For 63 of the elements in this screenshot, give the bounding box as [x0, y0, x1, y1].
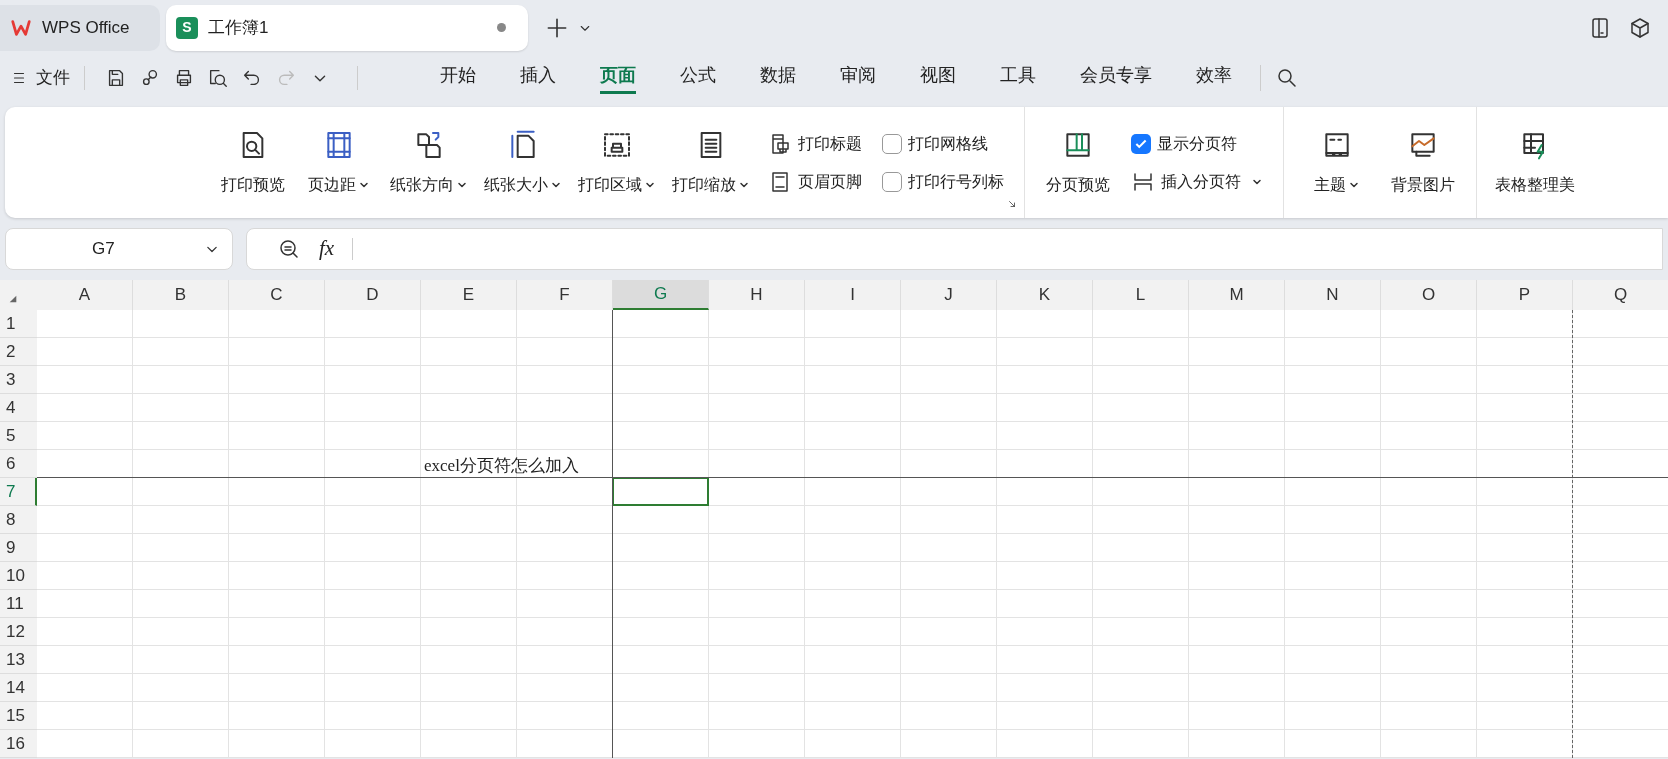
row-header[interactable]: 12: [0, 618, 37, 646]
row-header[interactable]: 10: [0, 562, 37, 590]
name-box[interactable]: G7: [5, 228, 233, 270]
checkbox-label[interactable]: 打印网格线: [908, 131, 988, 156]
row-header[interactable]: 4: [0, 394, 37, 422]
row-header[interactable]: 6: [0, 450, 37, 478]
ribbon-button[interactable]: 纸张大小: [476, 107, 570, 218]
row-header[interactable]: 13: [0, 646, 37, 674]
row-header[interactable]: 9: [0, 534, 37, 562]
menu-tab[interactable]: 效率: [1196, 62, 1232, 94]
app-tab[interactable]: S 工作簿1: [166, 4, 528, 51]
row-header[interactable]: 11: [0, 590, 37, 618]
app-tab[interactable]: WPS Office: [0, 4, 160, 51]
menu-tab[interactable]: 页面: [600, 62, 636, 94]
row-header[interactable]: 7: [0, 478, 37, 506]
ribbon-button[interactable]: 插入分页符: [1131, 169, 1263, 194]
ribbon-button[interactable]: 页眉页脚: [768, 169, 862, 194]
ribbon-button[interactable]: 打印缩放: [664, 107, 758, 218]
row-header[interactable]: 5: [0, 422, 37, 450]
checkbox-label[interactable]: 打印行号列标: [908, 169, 1004, 194]
row-header[interactable]: 14: [0, 674, 37, 702]
ribbon-button[interactable]: 主题: [1294, 107, 1380, 218]
print-preview-icon[interactable]: [207, 67, 229, 89]
column-header[interactable]: G: [613, 280, 709, 310]
menu-tab[interactable]: 工具: [1000, 62, 1036, 94]
select-all-icon[interactable]: [8, 294, 18, 304]
menu-tab[interactable]: 会员专享: [1080, 62, 1152, 94]
menu-tab[interactable]: 数据: [760, 62, 796, 94]
ribbon-button[interactable]: 分页预览: [1035, 107, 1121, 218]
row-header[interactable]: 1: [0, 310, 37, 338]
row-header[interactable]: 2: [0, 338, 37, 366]
formula-bar[interactable]: fx: [246, 228, 1663, 270]
checkbox[interactable]: [882, 171, 902, 192]
tab-label: WPS Office: [42, 16, 130, 39]
row-header[interactable]: 3: [0, 366, 37, 394]
ribbon-button[interactable]: 页边距: [296, 107, 382, 218]
launcher-icon[interactable]: [1006, 198, 1018, 210]
menu-tab[interactable]: 插入: [520, 62, 556, 94]
row-header[interactable]: 8: [0, 506, 37, 534]
tab-label: 工作簿1: [208, 16, 270, 39]
zoom-icon[interactable]: [277, 237, 301, 261]
sheet-badge: S: [176, 16, 198, 39]
row-header[interactable]: 15: [0, 702, 37, 730]
ribbon-button[interactable]: 表格整理美: [1487, 107, 1583, 218]
function-button[interactable]: fx: [319, 233, 335, 265]
ribbon-button[interactable]: 打印预览: [210, 107, 296, 218]
cell-text: excel分页符怎么加入: [424, 455, 579, 477]
cube-icon[interactable]: [1628, 15, 1652, 40]
checkbox[interactable]: [1131, 133, 1151, 154]
menu-tab[interactable]: 视图: [920, 62, 956, 94]
checkbox[interactable]: [882, 133, 902, 154]
file-menu[interactable]: 文件: [36, 65, 70, 91]
checkbox-label[interactable]: 显示分页符: [1157, 131, 1237, 156]
menu-tab[interactable]: 开始: [440, 62, 476, 94]
ribbon-button[interactable]: 打印标题: [768, 131, 862, 156]
ribbon-button[interactable]: 背景图片: [1380, 107, 1466, 218]
ribbon-button[interactable]: 打印区域: [570, 107, 664, 218]
cell-reference: G7: [92, 238, 115, 261]
row-header[interactable]: 16: [0, 730, 37, 758]
ribbon-button[interactable]: 纸张方向: [382, 107, 476, 218]
search-icon[interactable]: [1275, 66, 1299, 90]
menu-tab[interactable]: 审阅: [840, 62, 876, 94]
menu-tab[interactable]: 公式: [680, 62, 716, 94]
